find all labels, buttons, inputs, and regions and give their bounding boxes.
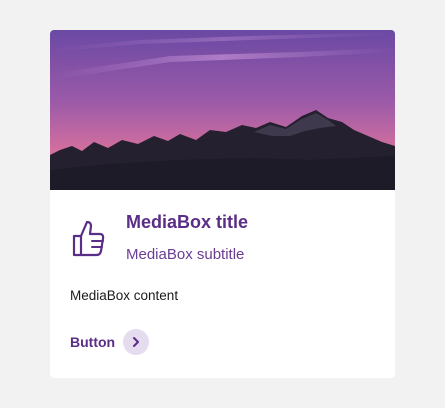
button-label: Button	[70, 334, 116, 350]
media-box-card: MediaBox title MediaBox subtitle MediaBo…	[50, 30, 395, 378]
media-box-subtitle: MediaBox subtitle	[126, 246, 245, 263]
media-box-button[interactable]: Button	[70, 329, 150, 355]
media-image	[50, 30, 395, 190]
media-box-title: MediaBox title	[126, 212, 249, 232]
thumbs-up-icon	[70, 218, 106, 258]
chevron-right-icon	[123, 329, 150, 355]
media-box-content: MediaBox content	[70, 288, 179, 303]
